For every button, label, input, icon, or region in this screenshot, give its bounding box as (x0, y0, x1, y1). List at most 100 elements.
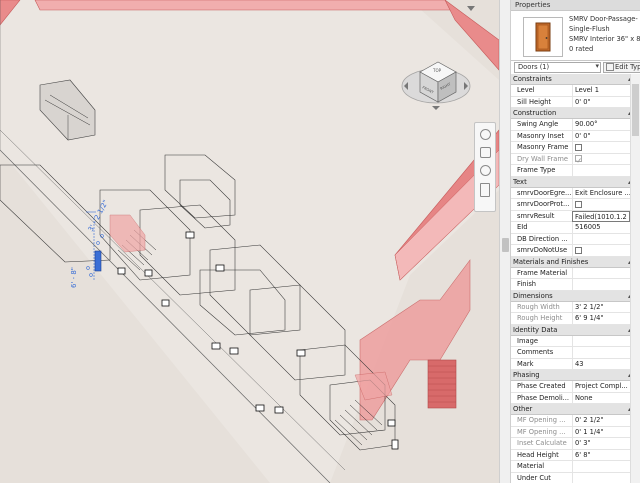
property-row[interactable]: Comments (511, 347, 640, 359)
property-row[interactable]: Phase Demoli... None (511, 392, 640, 404)
property-value[interactable]: 6' 8" (572, 449, 630, 461)
property-value-text: 6' 8" (575, 450, 591, 459)
property-value[interactable] (572, 461, 630, 472)
property-row[interactable]: Frame Material (511, 267, 640, 279)
property-row[interactable]: Rough Width 3' 2 1/2" (511, 301, 640, 313)
group-header[interactable]: Construction▴ (511, 108, 640, 119)
property-value[interactable]: 0' 3" (572, 438, 630, 449)
property-row[interactable]: Head Height 6' 8" (511, 449, 640, 461)
properties-scrollbar[interactable] (630, 74, 640, 483)
property-row[interactable]: Swing Angle 90.00° (511, 119, 640, 131)
property-row[interactable]: DB Direction ... (511, 233, 640, 245)
3d-viewport[interactable]: 3' - 2 1/2" 6' - 8" TOP FRONT RIGHT (0, 0, 499, 483)
property-value[interactable] (572, 347, 630, 358)
property-value-text: Failed(1010.1.2 (575, 212, 627, 221)
edit-type-icon (606, 63, 614, 71)
property-value[interactable] (572, 335, 630, 347)
door-type-thumbnail (523, 17, 563, 57)
checkbox-checked[interactable] (575, 155, 582, 163)
type-selector[interactable]: SMRV Door-Passage- Single-Flush SMRV Int… (511, 11, 640, 61)
group-label: Other (513, 405, 533, 413)
property-label: DB Direction ... (517, 234, 568, 243)
property-label: Comments (517, 348, 554, 356)
property-row[interactable]: smrvDoNotUse (511, 245, 640, 257)
property-label: smrvResult (517, 211, 555, 220)
property-row[interactable]: EId 516005 (511, 222, 640, 234)
checkbox[interactable] (575, 143, 582, 151)
viewport-scroll-thumb[interactable] (502, 238, 509, 252)
property-row[interactable]: Masonry Inset 0' 0" (511, 130, 640, 142)
property-row[interactable]: smrvDoorProt... (511, 199, 640, 211)
property-value[interactable]: 516005 (572, 222, 630, 233)
steering-wheel-icon[interactable] (480, 129, 491, 140)
property-row[interactable]: MF Opening ... 0' 1 1/4" (511, 426, 640, 438)
property-row[interactable]: Dry Wall Frame (511, 153, 640, 165)
property-label: Under Cut (517, 473, 551, 482)
property-row[interactable]: Frame Type (511, 165, 640, 177)
instance-filter-dropdown[interactable]: Doors (1) ▾ (514, 62, 601, 73)
property-row[interactable]: Phase Created Project Compl... (511, 381, 640, 393)
property-row[interactable]: Finish (511, 279, 640, 291)
property-value[interactable]: 6' 9 1/4" (572, 313, 630, 324)
property-row[interactable]: Rough Height 6' 9 1/4" (511, 313, 640, 325)
group-header[interactable]: Identity Data▴ (511, 324, 640, 336)
group-header[interactable]: Constraints▴ (511, 74, 640, 85)
group-header[interactable]: Materials and Finishes▴ (511, 256, 640, 268)
property-value[interactable]: None (572, 392, 630, 404)
property-value[interactable]: Failed(1010.1.2 (572, 210, 630, 222)
property-value[interactable]: 3' 2 1/2" (572, 301, 630, 313)
property-value[interactable]: Level 1 (572, 85, 630, 96)
property-row[interactable]: Inset Calculate 0' 3" (511, 438, 640, 450)
group-header[interactable]: Phasing▴ (511, 370, 640, 381)
zoom-extents-icon[interactable] (480, 183, 490, 197)
property-value[interactable] (572, 165, 630, 176)
group-label: Identity Data (513, 325, 558, 334)
property-value[interactable] (572, 233, 630, 245)
property-row[interactable]: Mark 43 (511, 358, 640, 370)
checkbox[interactable] (575, 200, 582, 208)
viewcube-menu-icon[interactable] (466, 4, 476, 12)
rollup-door[interactable] (427, 359, 457, 409)
group-label: Phasing (513, 371, 540, 379)
property-value[interactable] (572, 472, 630, 483)
property-value[interactable]: 90.00° (572, 119, 630, 130)
property-row[interactable]: smrvResult Failed(1010.1.2 (511, 210, 640, 222)
property-row[interactable]: Image (511, 335, 640, 347)
property-value[interactable]: 0' 1 1/4" (572, 426, 630, 438)
edit-type-button[interactable]: Edit Type (603, 62, 640, 73)
group-header[interactable]: Other▴ (511, 404, 640, 415)
group-header[interactable]: Text▴ (511, 176, 640, 188)
edit-type-label: Edit Type (615, 63, 640, 71)
property-checkbox-cell[interactable] (572, 245, 630, 256)
pan-icon[interactable] (480, 147, 491, 158)
property-row[interactable]: smrvDoorEgre... Exit Enclosure ... (511, 187, 640, 199)
property-value[interactable]: Exit Enclosure ... (572, 187, 630, 199)
group-header[interactable]: Dimensions▴ (511, 290, 640, 302)
property-row[interactable]: Sill Height 0' 0" (511, 96, 640, 108)
property-value[interactable]: 43 (572, 358, 630, 370)
property-value[interactable]: 0' 2 1/2" (572, 415, 630, 426)
navigation-bar[interactable] (474, 122, 496, 212)
zoom-icon[interactable] (480, 165, 491, 176)
property-label: smrvDoorEgre... (517, 188, 571, 197)
property-value[interactable] (572, 279, 630, 290)
checkbox[interactable] (575, 246, 582, 254)
property-row[interactable]: MF Opening ... 0' 2 1/2" (511, 415, 640, 427)
property-row[interactable]: Under Cut (511, 472, 640, 483)
property-value[interactable]: Project Compl... (572, 381, 630, 392)
property-value[interactable]: 0' 0" (572, 130, 630, 142)
viewport-scrollbar[interactable] (499, 0, 511, 483)
property-checkbox-cell[interactable] (572, 142, 630, 153)
property-checkbox-cell[interactable] (572, 199, 630, 210)
property-checkbox-cell[interactable] (572, 153, 630, 165)
property-value[interactable]: 0' 0" (572, 96, 630, 108)
property-value[interactable] (572, 267, 630, 279)
property-row[interactable]: Material (511, 461, 640, 473)
property-label: Sill Height (517, 97, 552, 106)
property-row[interactable]: Masonry Frame (511, 142, 640, 154)
properties-scroll-thumb[interactable] (632, 84, 639, 136)
dimension-height-label[interactable]: 6' - 8" (70, 267, 78, 288)
property-value-text: 516005 (575, 223, 601, 231)
property-row[interactable]: Level Level 1 (511, 85, 640, 97)
building-model[interactable]: 3' - 2 1/2" 6' - 8" TOP FRONT RIGHT (0, 0, 499, 483)
